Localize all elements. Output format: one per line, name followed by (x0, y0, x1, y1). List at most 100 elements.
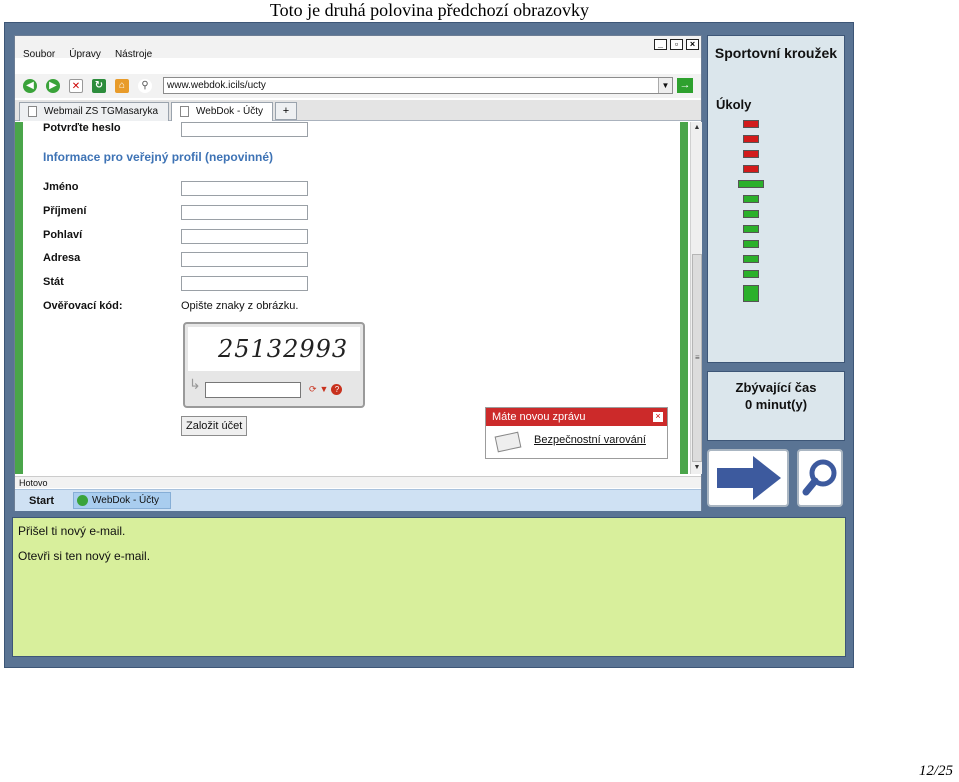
grip-icon: ≡ (695, 353, 700, 362)
last-name-label: Příjmení (43, 205, 87, 217)
task-indicator-8 (743, 225, 759, 233)
envelope-icon (494, 431, 522, 453)
tab-bar: Webmail ZS TGMasaryka WebDok - Účty + (15, 100, 701, 121)
first-name-label: Jméno (43, 181, 79, 193)
stop-icon[interactable]: ✕ (69, 79, 83, 93)
address-field[interactable] (181, 252, 308, 267)
message-line-1: Přišel ti nový e-mail. (18, 524, 126, 538)
start-button[interactable]: Start (21, 493, 62, 509)
captcha-image: 25132993 (188, 327, 360, 371)
confirm-password-field[interactable] (181, 122, 308, 137)
page-border-right (680, 122, 688, 474)
close-icon[interactable]: × (686, 39, 699, 50)
time-panel: Zbývající čas 0 minut(y) (707, 371, 845, 441)
window-controls: _ ▫ × (654, 39, 699, 50)
taskbar-item-webdok[interactable]: WebDok - Účty (73, 492, 171, 509)
next-button[interactable] (707, 449, 789, 507)
page-border-left (15, 122, 23, 474)
captcha-input[interactable] (205, 382, 301, 398)
task-indicator-12 (743, 285, 759, 302)
zoom-button[interactable] (797, 449, 843, 507)
captcha-hint: Opište znaky z obrázku. (181, 300, 299, 312)
gender-label: Pohlaví (43, 229, 83, 241)
new-tab-button[interactable]: + (275, 102, 297, 120)
arrow-right-icon (717, 456, 781, 500)
security-warning-link[interactable]: Bezpečnostní varování (534, 434, 646, 446)
minimize-icon[interactable]: _ (654, 39, 667, 50)
refresh-icon[interactable]: ↻ (92, 79, 106, 93)
instructions-panel: Přišel ti nový e-mail. Otevři si ten nov… (12, 517, 846, 657)
tab-webmail-label: Webmail ZS TGMasaryka (44, 106, 159, 117)
forward-icon[interactable]: ▶ (46, 79, 60, 93)
menu-nastroje[interactable]: Nástroje (115, 35, 152, 60)
page-number: 12/25 (918, 763, 953, 779)
task-indicator-4 (743, 165, 759, 173)
task-indicator-10 (743, 255, 759, 263)
task-indicator-1 (743, 120, 759, 128)
toolbar: ◀ ▶ ✕ ↻ ⌂ ⚲ www.webdok.icils/ucty ▼ → (15, 74, 701, 98)
notification-body: Bezpečnostní varování (486, 426, 667, 458)
last-name-field[interactable] (181, 205, 308, 220)
scroll-thumb[interactable]: ≡ (692, 254, 702, 462)
public-profile-heading: Informace pro veřejný profil (nepovinné) (43, 150, 274, 164)
task-indicator-5 (738, 180, 764, 188)
back-icon[interactable]: ◀ (23, 79, 37, 93)
tab-webdok[interactable]: WebDok - Účty (171, 102, 273, 121)
activity-title: Sportovní kroužek (714, 45, 838, 61)
taskbar: Start WebDok - Účty (15, 489, 701, 511)
notification-header: Máte novou zprávu × (486, 408, 667, 426)
page-icon (180, 106, 189, 117)
remaining-time-label: Zbývající čas (735, 380, 817, 395)
magnifier-icon (802, 459, 837, 496)
captcha-widget: 25132993 ↳ ⟳ ▼ ? (183, 322, 365, 408)
audio-captcha-icon[interactable]: ▼ (320, 384, 329, 395)
scroll-down-icon[interactable]: ▼ (691, 462, 702, 474)
task-indicator-7 (743, 210, 759, 218)
country-field[interactable] (181, 276, 308, 291)
task-indicator-2 (743, 135, 759, 143)
scroll-up-icon[interactable]: ▲ (691, 122, 702, 134)
browser-window: Soubor Úpravy Nástroje _ ▫ × ◀ ▶ ✕ ↻ ⌂ ⚲… (14, 35, 702, 511)
chevron-down-icon[interactable]: ▼ (658, 78, 672, 93)
task-screen: Soubor Úpravy Nástroje _ ▫ × ◀ ▶ ✕ ↻ ⌂ ⚲… (4, 22, 854, 668)
create-account-button[interactable]: Založit účet (181, 416, 248, 436)
address-label: Adresa (43, 252, 81, 264)
page-content: Potvrďte heslo Informace pro veřejný pro… (15, 122, 702, 474)
country-label: Stát (43, 276, 64, 288)
close-icon[interactable]: × (653, 412, 663, 422)
status-bar: Hotovo (15, 476, 701, 488)
address-bar[interactable]: www.webdok.icils/ucty ▼ (163, 77, 673, 94)
menu-upravy[interactable]: Úpravy (69, 35, 101, 60)
tasks-panel: Sportovní kroužek Úkoly (707, 35, 845, 363)
gender-field[interactable] (181, 229, 308, 244)
document-title: Toto je druhá polovina předchozí obrazov… (269, 0, 590, 20)
scrollbar[interactable]: ▲ ≡ ▼ (690, 122, 702, 474)
tab-webmail[interactable]: Webmail ZS TGMasaryka (19, 102, 169, 121)
return-arrow-icon: ↳ (189, 376, 201, 392)
search-icon[interactable]: ⚲ (138, 79, 152, 93)
menu-bar: Soubor Úpravy Nástroje (15, 35, 701, 60)
notification-title: Máte novou zprávu (492, 411, 586, 423)
new-message-notification[interactable]: Máte novou zprávu × Bezpečnostní varován… (485, 407, 668, 459)
taskbar-item-label: WebDok - Účty (92, 495, 160, 506)
confirm-password-label: Potvrďte heslo (43, 122, 121, 134)
help-icon[interactable]: ? (331, 384, 343, 395)
page-icon (28, 106, 37, 117)
menu-soubor[interactable]: Soubor (23, 35, 55, 60)
refresh-captcha-icon[interactable]: ⟳ (309, 384, 317, 395)
verification-label: Ověřovací kód: (43, 300, 123, 312)
task-indicator-6 (743, 195, 759, 203)
captcha-tools: ⟳ ▼ ? (309, 384, 343, 395)
globe-icon (77, 495, 88, 506)
tab-webdok-label: WebDok - Účty (196, 106, 264, 117)
remaining-time-value: 0 minut(y) (744, 397, 808, 412)
task-indicator-3 (743, 150, 759, 158)
task-indicator-9 (743, 240, 759, 248)
maximize-icon[interactable]: ▫ (670, 39, 683, 50)
tasks-label: Úkoly (716, 97, 752, 112)
home-icon[interactable]: ⌂ (115, 79, 129, 93)
url-text: www.webdok.icils/ucty (167, 80, 266, 91)
first-name-field[interactable] (181, 181, 308, 196)
message-line-2: Otevři si ten nový e-mail. (18, 549, 151, 563)
go-arrow-icon[interactable]: → (677, 78, 693, 93)
